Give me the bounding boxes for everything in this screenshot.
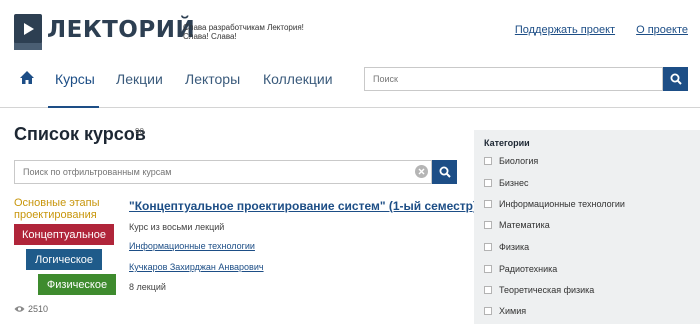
course-title-link[interactable]: "Концептуальное проектирование систем" (… [129, 199, 477, 213]
support-project-link[interactable]: Поддержать проект [515, 24, 615, 36]
category-math[interactable]: Математика [484, 220, 550, 230]
nav-collections[interactable]: Коллекции [263, 71, 333, 87]
category-label: Бизнес [499, 178, 529, 188]
nav-courses[interactable]: Курсы [55, 71, 95, 87]
category-business[interactable]: Бизнес [484, 178, 529, 188]
thumb-caption-1: Основные этапы [14, 197, 100, 209]
about-project-link[interactable]: О проекте [636, 24, 688, 36]
close-icon [418, 168, 425, 175]
category-label: Математика [499, 220, 550, 230]
search-input[interactable] [364, 67, 663, 91]
thumb-stage-conceptual: Концептуальное [14, 224, 114, 245]
checkbox[interactable] [484, 179, 492, 187]
checkbox[interactable] [484, 243, 492, 251]
sidebar-title: Категории [484, 138, 530, 148]
nav-lectures[interactable]: Лекции [116, 71, 163, 87]
clear-filter-button[interactable] [415, 165, 428, 178]
checkbox[interactable] [484, 221, 492, 229]
eye-icon [14, 306, 25, 312]
thumb-caption-2: проектирования [14, 209, 97, 221]
views-count: 2510 [28, 304, 49, 314]
header: ЛЕКТОРИЙ Слава разработчикам Лектория! С… [0, 0, 700, 60]
category-theoretical-physics[interactable]: Теоретическая физика [484, 285, 594, 295]
category-label: Физика [499, 242, 530, 252]
tagline: Слава разработчикам Лектория! Слава! Сла… [183, 23, 304, 41]
logo[interactable]: ЛЕКТОРИЙ [14, 14, 195, 50]
category-label: Теоретическая физика [499, 285, 595, 295]
course-lecturer-link[interactable]: Кучкаров Захирджан Анварович [129, 262, 264, 272]
logo-icon [14, 14, 42, 50]
search-icon [439, 166, 451, 178]
home-icon[interactable] [19, 70, 35, 86]
views-counter: 2510 [14, 304, 48, 314]
course-lecture-count: 8 лекций [129, 282, 166, 292]
active-tab-indicator [48, 106, 99, 108]
thumb-stage-logical: Логическое [26, 249, 102, 270]
category-label: Биология [499, 156, 539, 166]
category-biology[interactable]: Биология [484, 156, 538, 166]
search-button[interactable] [663, 67, 688, 91]
main-nav: Курсы Лекции Лекторы Коллекции [0, 60, 700, 108]
filter-search-input[interactable] [14, 160, 432, 184]
thumb-stage-physical: Физическое [38, 274, 116, 295]
filter-search-button[interactable] [432, 160, 457, 184]
category-it[interactable]: Информационные технологии [484, 199, 625, 209]
top-links: Поддержать проект О проекте [497, 24, 688, 36]
checkbox[interactable] [484, 265, 492, 273]
course-count: 90 [135, 127, 144, 136]
course-thumbnail[interactable]: Основные этапы проектирования Концептуал… [14, 196, 116, 298]
logo-text: ЛЕКТОРИЙ [47, 17, 196, 43]
nav-lecturers[interactable]: Лекторы [185, 71, 240, 87]
course-category-link[interactable]: Информационные технологии [129, 241, 255, 251]
category-physics[interactable]: Физика [484, 242, 529, 252]
checkbox[interactable] [484, 286, 492, 294]
category-chemistry[interactable]: Химия [484, 306, 526, 316]
category-label: Информационные технологии [499, 199, 625, 209]
category-label: Химия [499, 306, 527, 316]
category-radio[interactable]: Радиотехника [484, 264, 557, 274]
category-label: Радиотехника [499, 264, 558, 274]
categories-sidebar: Категории Биология Бизнес Информационные… [474, 130, 700, 324]
checkbox[interactable] [484, 307, 492, 315]
course-description: Курс из восьми лекций [129, 222, 225, 232]
checkbox[interactable] [484, 157, 492, 165]
checkbox[interactable] [484, 200, 492, 208]
search-icon [670, 73, 682, 85]
page-title: Список курсов [14, 124, 146, 144]
